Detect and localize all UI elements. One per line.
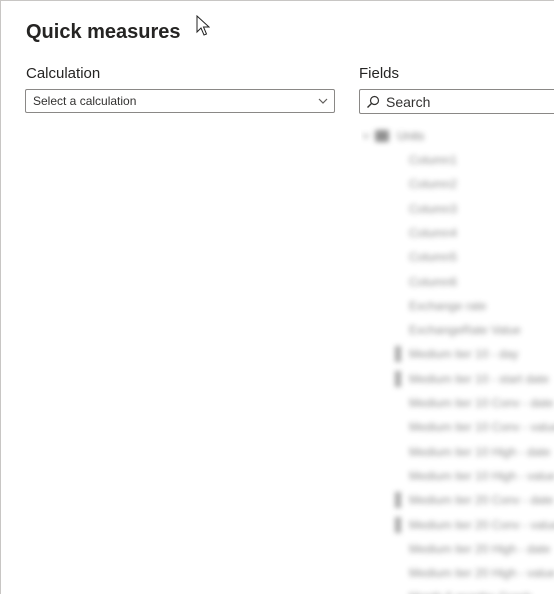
field-item[interactable]: Month 6 months Graph <box>409 588 532 594</box>
field-item[interactable]: Medium tier 20 High - value <box>409 564 554 582</box>
mouse-pointer-icon <box>196 15 210 36</box>
field-item[interactable]: Column1 <box>409 151 457 169</box>
field-item-label: Medium tier 10 High - date <box>409 444 551 459</box>
field-item[interactable]: Medium tier 20 Conv - value <box>409 516 554 534</box>
search-icon <box>367 95 380 108</box>
field-item[interactable]: ExchangeRate Value <box>409 321 521 339</box>
field-item-label: Medium tier 10 - day <box>409 347 519 362</box>
field-item-label: Medium tier 10 High - value <box>409 468 554 483</box>
fields-label: Fields <box>359 65 400 82</box>
field-item-label: Column3 <box>409 201 458 216</box>
hierarchy-icon <box>395 516 401 533</box>
chevron-down-icon <box>318 98 328 104</box>
field-item[interactable]: Column6 <box>409 273 457 291</box>
field-item-label: Medium tier 20 High - date <box>409 541 551 556</box>
field-item-label: Medium tier 10 - start date <box>409 371 550 386</box>
field-item-label: Medium tier 20 Conv - value <box>409 517 554 532</box>
hierarchy-icon <box>395 492 401 509</box>
field-item-label: Column5 <box>409 250 458 265</box>
field-item[interactable]: Medium tier 10 - start date <box>409 370 549 388</box>
field-item[interactable]: Medium tier 10 Conv - value <box>409 418 554 436</box>
field-item-label: Medium tier 10 Conv - date <box>409 396 554 410</box>
fields-list: Units Column1 Column2 Column3 Column4 Column… <box>361 123 554 594</box>
field-item[interactable]: Medium tier 20 Conv - date <box>409 491 554 509</box>
field-item[interactable]: Exchange rate <box>409 297 486 315</box>
field-item-label: Medium tier 10 Conv - value <box>409 420 554 435</box>
hierarchy-icon <box>395 346 401 363</box>
field-item-label: Column6 <box>409 274 458 289</box>
field-item-label: Exchange rate <box>409 298 487 313</box>
calculation-dropdown[interactable]: Select a calculation <box>25 89 335 113</box>
field-item[interactable]: Medium tier 20 High - date <box>409 540 550 558</box>
search-input[interactable] <box>386 93 536 110</box>
dialog-title: Quick measures <box>26 21 181 43</box>
field-item[interactable]: Column2 <box>409 175 457 193</box>
field-item-label: Column2 <box>409 177 458 192</box>
field-item-label: Month 6 months Graph <box>409 590 532 594</box>
fields-search-box[interactable] <box>359 89 554 114</box>
quick-measures-dialog: Quick measures Calculation Select a calc… <box>0 0 554 594</box>
hierarchy-icon <box>395 370 401 387</box>
field-item[interactable]: Column4 <box>409 224 457 242</box>
field-item[interactable]: Medium tier 10 High - value <box>409 467 554 485</box>
calculation-dropdown-value: Select a calculation <box>33 94 137 108</box>
field-item-label: Column1 <box>409 153 458 167</box>
table-node[interactable]: Units <box>361 127 551 145</box>
field-item[interactable]: Medium tier 10 High - date <box>409 443 550 461</box>
field-item[interactable]: Column3 <box>409 200 457 218</box>
collapse-icon[interactable] <box>361 131 371 141</box>
field-item[interactable]: Column5 <box>409 248 457 266</box>
table-name: Units <box>397 129 425 143</box>
field-item[interactable]: Medium tier 10 - day <box>409 345 518 363</box>
field-item-label: Medium tier 20 High - value <box>409 566 554 581</box>
table-icon <box>375 130 389 142</box>
calculation-label: Calculation <box>26 65 101 82</box>
field-item-label: Medium tier 20 Conv - date <box>409 493 554 508</box>
field-item-label: ExchangeRate Value <box>409 323 521 338</box>
field-item[interactable]: Medium tier 10 Conv - date <box>409 394 554 412</box>
field-item-label: Column4 <box>409 225 458 240</box>
